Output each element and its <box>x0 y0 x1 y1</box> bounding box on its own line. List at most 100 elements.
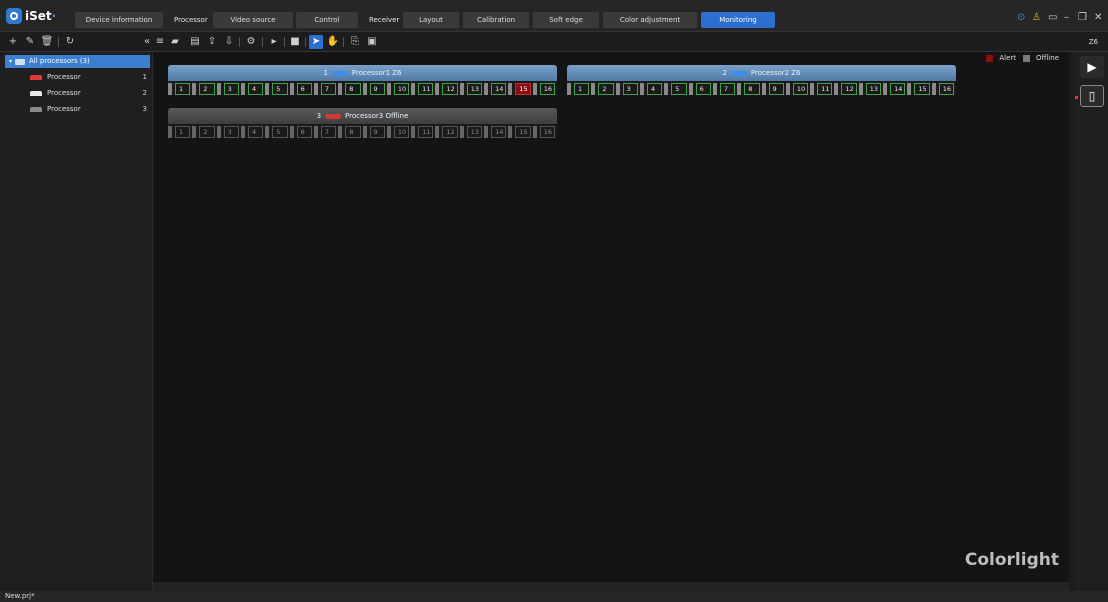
hand-icon[interactable]: ✋ <box>326 35 340 49</box>
output-port[interactable]: 3 <box>216 126 239 138</box>
tab-video-source[interactable]: Video source <box>213 12 293 28</box>
user-icon[interactable]: ♙ <box>1032 12 1041 23</box>
add-icon[interactable]: + <box>6 35 20 49</box>
tree-item-processor-1[interactable]: Processor 1 <box>30 71 150 83</box>
tab-calibration[interactable]: Calibration <box>463 12 529 28</box>
port-status-bar <box>785 83 790 95</box>
output-port[interactable]: 13 <box>459 126 483 138</box>
output-port[interactable]: 11 <box>411 83 434 95</box>
output-port[interactable]: 8 <box>338 126 361 138</box>
port-label: 14 <box>890 83 906 95</box>
tree-root-all-processors[interactable]: ▾ All processors (3) <box>5 55 150 68</box>
edit-icon[interactable]: ✎ <box>23 35 37 49</box>
select-pointer-icon[interactable]: ➤ <box>309 35 323 49</box>
output-port[interactable]: 16 <box>532 126 555 138</box>
list-icon[interactable]: ≡ <box>153 35 167 49</box>
tab-device-information[interactable]: Device information <box>75 12 163 28</box>
output-port[interactable]: 16 <box>931 83 954 95</box>
fit-window-icon[interactable]: ▣ <box>365 35 379 49</box>
processor-header[interactable]: 3 Processor3 Offline <box>168 108 557 124</box>
close-icon[interactable]: ✕ <box>1094 12 1102 23</box>
screen-frame-icon[interactable]: ▯ <box>1080 85 1104 107</box>
output-port[interactable]: 1 <box>567 83 590 95</box>
collapse-panel-icon[interactable]: « <box>140 35 154 49</box>
output-port[interactable]: 2 <box>192 126 215 138</box>
output-port[interactable]: 13 <box>858 83 882 95</box>
output-port[interactable]: 6 <box>289 83 312 95</box>
tab-control[interactable]: Control <box>296 12 358 28</box>
tab-soft-edge[interactable]: Soft edge <box>533 12 599 28</box>
output-port[interactable]: 6 <box>289 126 312 138</box>
output-port[interactable]: 2 <box>192 83 215 95</box>
output-port[interactable]: 13 <box>459 83 483 95</box>
output-port[interactable]: 12 <box>435 126 458 138</box>
export-icon[interactable]: ⎘ <box>348 35 362 49</box>
output-port[interactable]: 10 <box>386 126 410 138</box>
camera-icon[interactable]: ▶ <box>1080 56 1104 78</box>
screen-icon[interactable]: ▭ <box>1048 12 1057 23</box>
output-port[interactable]: 9 <box>761 83 784 95</box>
tab-monitoring[interactable]: Monitoring <box>701 12 775 28</box>
save-icon[interactable]: ▤ <box>188 35 202 49</box>
chevron-down-icon[interactable]: ▾ <box>9 55 12 68</box>
help-icon[interactable]: ⊙ <box>1017 12 1025 23</box>
output-port[interactable]: 4 <box>639 83 663 95</box>
processor-header[interactable]: 2 Processor2 Z6 <box>567 65 956 81</box>
play-icon[interactable]: ▸ <box>267 35 281 49</box>
output-port[interactable]: 10 <box>386 83 410 95</box>
output-port[interactable]: 4 <box>240 126 264 138</box>
stop-icon[interactable]: ■ <box>288 35 302 49</box>
output-port[interactable]: 6 <box>688 83 711 95</box>
horizontal-scrollbar[interactable] <box>153 582 1069 591</box>
port-label: 16 <box>539 126 555 138</box>
output-port[interactable]: 4 <box>240 83 264 95</box>
upload-icon[interactable]: ⇪ <box>205 35 219 49</box>
delete-icon[interactable]: 🗑 <box>40 35 54 49</box>
output-port[interactable]: 7 <box>313 126 337 138</box>
tree-item-processor-2[interactable]: Processor 2 <box>30 87 150 99</box>
output-port[interactable]: 7 <box>313 83 337 95</box>
tab-color-adjustment[interactable]: Color adjustment <box>603 12 697 28</box>
port-status-bar <box>240 126 245 138</box>
output-port[interactable]: 8 <box>737 83 760 95</box>
restore-icon[interactable]: ❐ <box>1078 12 1087 23</box>
output-port[interactable]: 15 <box>907 83 930 95</box>
output-port[interactable]: 8 <box>338 83 361 95</box>
output-port[interactable]: 7 <box>712 83 736 95</box>
port-label: 3 <box>223 83 239 95</box>
output-port[interactable]: 1 <box>168 83 191 95</box>
output-port[interactable]: 5 <box>265 83 288 95</box>
settings-icon[interactable]: ⚙ <box>244 35 258 49</box>
output-port[interactable]: 9 <box>362 83 385 95</box>
output-port[interactable]: 14 <box>484 83 507 95</box>
download-icon[interactable]: ⇩ <box>222 35 236 49</box>
output-port[interactable]: 5 <box>265 126 288 138</box>
output-port[interactable]: 15 <box>508 126 531 138</box>
processor-card[interactable]: 3 Processor3 Offline 1 2 3 4 5 6 7 8 9 10 11 12 13 14 15… <box>168 108 557 140</box>
processor-header[interactable]: 1 Processor1 Z6 <box>168 65 557 81</box>
minimize-icon[interactable]: – <box>1064 12 1069 23</box>
open-folder-icon[interactable]: ▰ <box>168 35 182 49</box>
port-status-bar <box>615 83 620 95</box>
output-port[interactable]: 3 <box>216 83 239 95</box>
output-port[interactable]: 12 <box>834 83 857 95</box>
output-port[interactable]: 5 <box>664 83 687 95</box>
output-port[interactable]: 11 <box>810 83 833 95</box>
output-port[interactable]: 14 <box>883 83 906 95</box>
output-port[interactable]: 12 <box>435 83 458 95</box>
port-label: 8 <box>345 83 361 95</box>
output-port[interactable]: 14 <box>484 126 507 138</box>
output-port[interactable]: 10 <box>785 83 809 95</box>
refresh-icon[interactable]: ↻ <box>63 35 77 49</box>
output-port[interactable]: 15 <box>508 83 531 95</box>
output-port[interactable]: 2 <box>591 83 614 95</box>
output-port[interactable]: 11 <box>411 126 434 138</box>
output-port[interactable]: 3 <box>615 83 638 95</box>
tab-layout[interactable]: Layout <box>403 12 459 28</box>
output-port[interactable]: 16 <box>532 83 555 95</box>
tree-item-processor-3[interactable]: Processor 3 <box>30 103 150 115</box>
processor-card[interactable]: 1 Processor1 Z6 1 2 3 4 5 6 7 8 9 10 11 12 13 14 15 16 <box>168 65 557 97</box>
processor-card[interactable]: 2 Processor2 Z6 1 2 3 4 5 6 7 8 9 10 11 12 13 14 15 16 <box>567 65 956 97</box>
output-port[interactable]: 1 <box>168 126 191 138</box>
output-port[interactable]: 9 <box>362 126 385 138</box>
